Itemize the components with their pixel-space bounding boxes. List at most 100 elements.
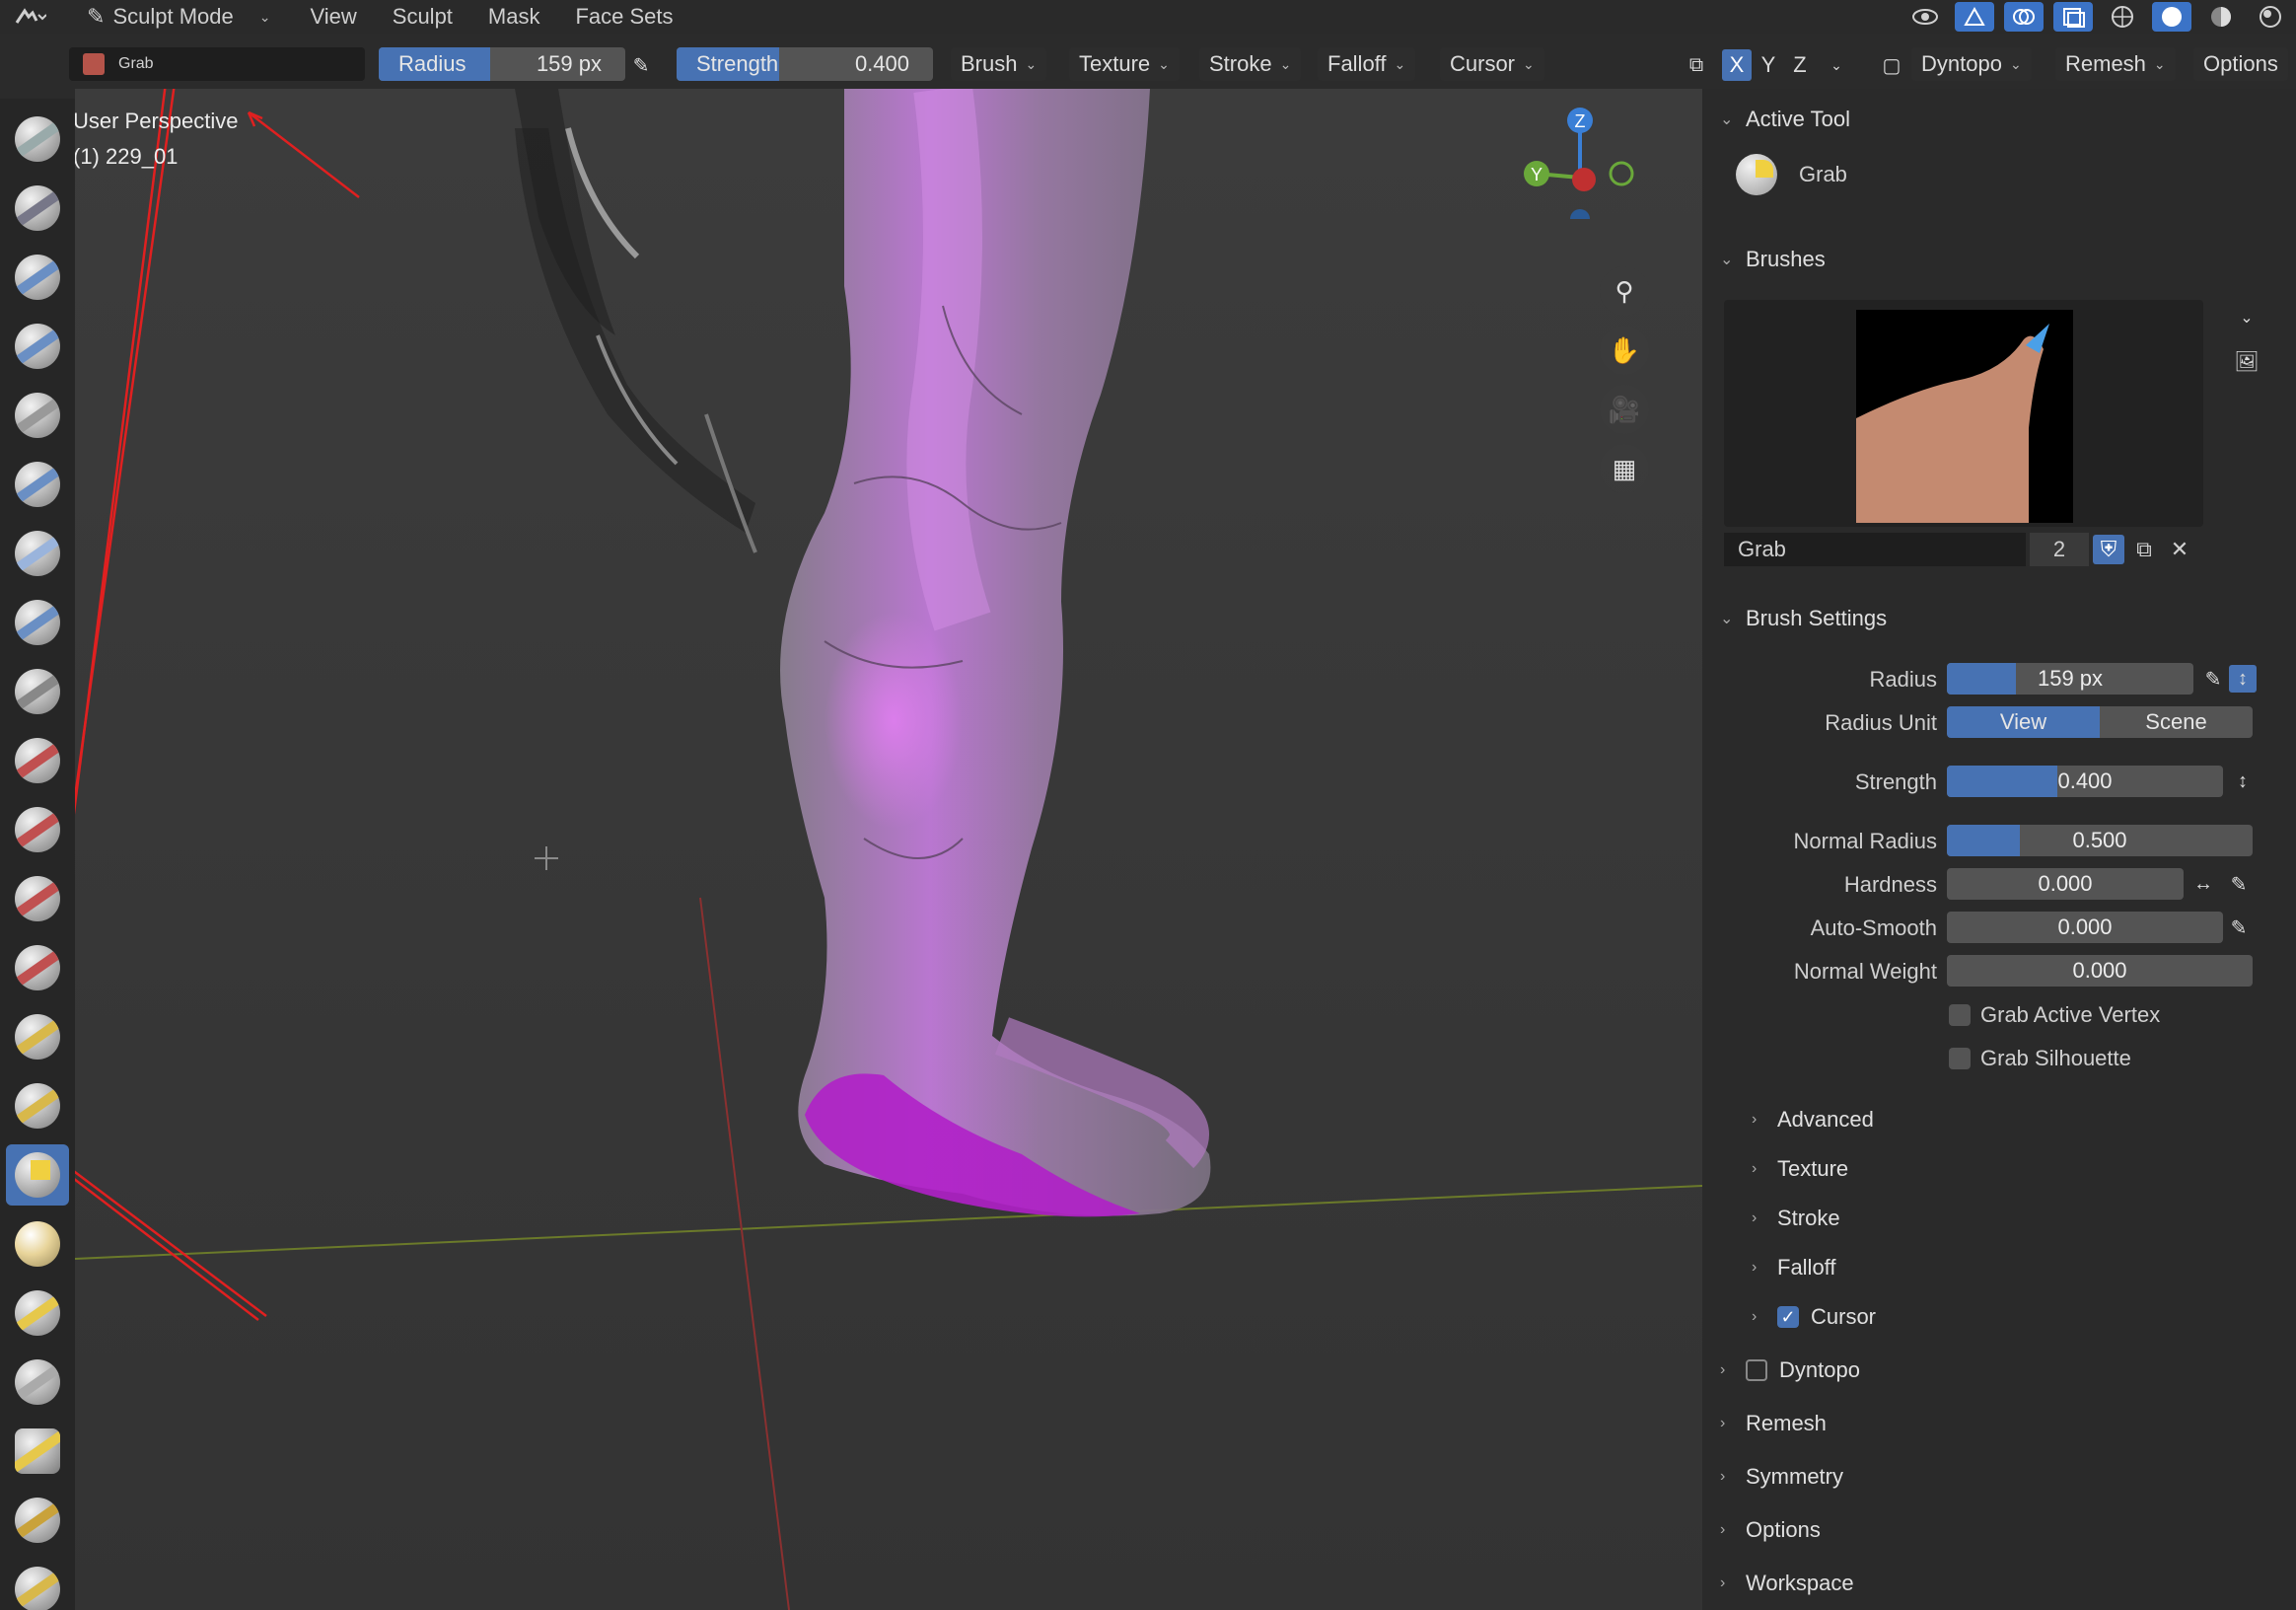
nudge-tool-icon[interactable]	[6, 1490, 69, 1551]
solid-shading-icon[interactable]	[2152, 2, 2191, 32]
flatten-tool-icon[interactable]	[6, 799, 69, 860]
axis-z-toggle[interactable]: Z	[1785, 49, 1815, 81]
chevron-down-icon[interactable]: ⌄	[2233, 304, 2260, 331]
radius-slider[interactable]: Radius 159 px	[379, 47, 625, 81]
close-icon[interactable]: ✕	[2164, 535, 2195, 564]
cursor-dropdown[interactable]: Cursor ⌄	[1440, 47, 1544, 81]
menu-face-sets[interactable]: Face Sets	[557, 2, 690, 32]
clay-thumb-tool-icon[interactable]	[6, 385, 69, 446]
zoom-icon[interactable]: ⚲	[1600, 266, 1649, 316]
brush-dropdown[interactable]: Brush ⌄	[951, 47, 1047, 81]
snake-hook-tool-icon[interactable]	[6, 1282, 69, 1344]
overlay-toggle-icon[interactable]	[2004, 2, 2044, 32]
menu-mask[interactable]: Mask	[470, 2, 558, 32]
material-shading-icon[interactable]	[2201, 2, 2241, 32]
fill-tool-icon[interactable]	[6, 868, 69, 929]
axis-y-toggle[interactable]: Y	[1754, 49, 1783, 81]
brush-settings-header[interactable]: ⌄ Brush Settings	[1720, 606, 1887, 631]
pen-pressure-icon[interactable]: ✎	[627, 51, 655, 79]
grab-silhouette-checkbox[interactable]	[1949, 1048, 1971, 1069]
draw-tool-icon[interactable]	[6, 109, 69, 170]
stroke-dropdown[interactable]: Stroke ⌄	[1199, 47, 1302, 81]
menu-sculpt[interactable]: Sculpt	[375, 2, 470, 32]
rendered-shading-icon[interactable]	[2251, 2, 2290, 32]
options-section[interactable]: › Options	[1720, 1517, 1821, 1543]
editor-type-button[interactable]	[0, 2, 59, 32]
falloff-dropdown[interactable]: Falloff ⌄	[1318, 47, 1416, 81]
multiplane-scrape-tool-icon[interactable]	[6, 1006, 69, 1067]
pressure-toggle-icon[interactable]: ↕	[2229, 665, 2257, 693]
gizmo-toggle-icon[interactable]	[1955, 2, 1994, 32]
brush-name-field[interactable]: Grab	[1724, 533, 2026, 566]
cursor-checkbox[interactable]: ✓	[1777, 1306, 1799, 1328]
brush-users-count[interactable]: 2	[2030, 533, 2089, 566]
perspective-grid-icon[interactable]: ▦	[1600, 444, 1649, 493]
texture-dropdown[interactable]: Texture ⌄	[1069, 47, 1180, 81]
navigation-gizmo[interactable]: Z Y	[1497, 89, 1635, 219]
radius-slider[interactable]: 159 px	[1947, 663, 2193, 695]
draw-sharp-tool-icon[interactable]	[6, 178, 69, 239]
active-tool-row[interactable]: Grab	[1736, 154, 1847, 195]
pen-pressure-icon[interactable]: ✎	[2225, 870, 2253, 898]
cursor-subpanel[interactable]: › ✓ Cursor	[1752, 1304, 1876, 1330]
clay-strips-tool-icon[interactable]	[6, 316, 69, 377]
camera-icon[interactable]: 🎥	[1600, 385, 1649, 434]
crease-tool-icon[interactable]	[6, 661, 69, 722]
radius-unit-view[interactable]: View	[1947, 706, 2100, 738]
rotate-tool-icon[interactable]	[6, 1559, 69, 1610]
stroke-subpanel[interactable]: › Stroke	[1752, 1206, 1840, 1231]
dyntopo-checkbox-icon[interactable]: ▢	[1878, 51, 1905, 79]
xray-toggle-icon[interactable]	[2053, 2, 2093, 32]
auto-smooth-slider[interactable]: 0.000	[1947, 912, 2223, 943]
wireframe-shading-icon[interactable]	[2103, 2, 2142, 32]
3d-viewport[interactable]: User Perspective (1) 229_01 Z Y ⚲ ✋ 🎥 ▦	[75, 89, 1702, 1610]
pan-hand-icon[interactable]: ✋	[1600, 326, 1649, 375]
advanced-subpanel[interactable]: › Advanced	[1752, 1107, 1874, 1133]
brush-selector[interactable]: Grab	[69, 47, 365, 81]
pen-pressure-icon[interactable]: ✎	[2225, 914, 2253, 941]
invert-arrows-icon[interactable]: ↔	[2189, 870, 2217, 898]
elastic-deform-tool-icon[interactable]	[6, 1213, 69, 1275]
smooth-tool-icon[interactable]	[6, 730, 69, 791]
dyntopo-dropdown[interactable]: Dyntopo ⌄	[1911, 47, 2032, 81]
brush-preview-box[interactable]	[1724, 300, 2203, 527]
hardness-slider[interactable]: 0.000	[1947, 868, 2184, 900]
grab-active-vertex-checkbox[interactable]	[1949, 1004, 1971, 1026]
strength-slider[interactable]: Strength 0.400	[677, 47, 933, 81]
pose-tool-icon[interactable]	[6, 1421, 69, 1482]
chevron-down-icon[interactable]: ⌄	[1823, 51, 1850, 79]
remesh-section[interactable]: › Remesh	[1720, 1411, 1827, 1436]
texture-subpanel[interactable]: › Texture	[1752, 1156, 1848, 1182]
pen-pressure-icon[interactable]: ✎	[2199, 665, 2227, 693]
strength-slider[interactable]: 0.400	[1947, 766, 2223, 797]
brushes-header[interactable]: ⌄ Brushes	[1720, 247, 1826, 272]
axis-x-toggle[interactable]: X	[1722, 49, 1752, 81]
scrape-tool-icon[interactable]	[6, 937, 69, 998]
duplicate-icon[interactable]: ⧉	[2128, 535, 2160, 564]
inflate-tool-icon[interactable]	[6, 523, 69, 584]
thumb-tool-icon[interactable]	[6, 1352, 69, 1413]
pressure-toggle-icon[interactable]: ↕	[2229, 768, 2257, 795]
radius-unit-scene[interactable]: Scene	[2100, 706, 2253, 738]
options-dropdown[interactable]: Options	[2193, 47, 2288, 81]
clay-tool-icon[interactable]	[6, 247, 69, 308]
fake-user-shield-icon[interactable]: ⛨	[2093, 535, 2124, 564]
normal-radius-slider[interactable]: 0.500	[1947, 825, 2253, 856]
pinch-tool-icon[interactable]	[6, 1075, 69, 1136]
workspace-section[interactable]: › Workspace	[1720, 1571, 1854, 1596]
remesh-dropdown[interactable]: Remesh ⌄	[2055, 47, 2176, 81]
menu-view[interactable]: View	[292, 2, 374, 32]
mode-selector[interactable]: ✎ Sculpt Mode ⌄	[75, 2, 282, 32]
layer-tool-icon[interactable]	[6, 454, 69, 515]
image-icon[interactable]: 🖼	[2233, 347, 2260, 375]
chevron-right-icon: ›	[1720, 1361, 1726, 1378]
dyntopo-checkbox[interactable]	[1746, 1359, 1767, 1381]
falloff-subpanel[interactable]: › Falloff	[1752, 1255, 1836, 1281]
dyntopo-section[interactable]: › Dyntopo	[1720, 1357, 1860, 1383]
grab-tool-icon[interactable]	[6, 1144, 69, 1206]
normal-weight-slider[interactable]: 0.000	[1947, 955, 2253, 987]
blob-tool-icon[interactable]	[6, 592, 69, 653]
visibility-icon[interactable]	[1905, 2, 1945, 32]
symmetry-section[interactable]: › Symmetry	[1720, 1464, 1843, 1490]
active-tool-header[interactable]: ⌄ Active Tool	[1720, 107, 1850, 132]
